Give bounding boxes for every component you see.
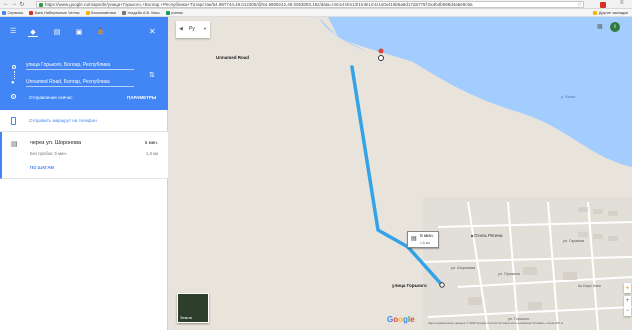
reload-icon[interactable]: ↻ [18, 0, 26, 8]
zoom-control[interactable]: + − [624, 296, 631, 316]
destination-input[interactable]: Unnamed Road, Болгар, Республика [26, 77, 134, 87]
extension-icon[interactable] [600, 1, 606, 8]
avatar[interactable]: t [610, 22, 620, 32]
options-button[interactable]: ПАРАМЕТРЫ [127, 95, 156, 100]
browser-toolbar: ← → ↻ https://www.google.ru/maps/dir/ули… [0, 0, 632, 9]
back-arrow-icon[interactable]: ← [2, 0, 10, 8]
route-time-duration: 5 мин. [420, 234, 434, 239]
bookmark-item[interactable]: Космонавтика [85, 10, 116, 15]
car-mode-icon[interactable]: ▤ [52, 27, 62, 37]
origin-input[interactable]: улица Горького, Болгар, Республика [26, 60, 134, 70]
site-icon [165, 10, 170, 15]
car-icon: ▤ [411, 236, 417, 242]
send-to-phone-row[interactable]: Отправить маршрут на телефон [0, 110, 168, 132]
pegman-icon[interactable]: ● [624, 283, 631, 293]
site-icon [85, 10, 90, 15]
route-via: через ул. Шоронова [30, 140, 82, 146]
bookmark-item[interactable]: Сервисы [2, 10, 24, 15]
route-distance: 1,6 км [145, 151, 158, 156]
forward-arrow-icon[interactable]: → [10, 0, 18, 8]
street-label: ул. Шоронова [451, 266, 476, 270]
best-route-icon[interactable]: ◆ [28, 27, 38, 37]
lock-icon [39, 2, 43, 7]
url-text: https://www.google.ru/maps/dir/улица+Гор… [45, 2, 473, 7]
earth-view-toggle[interactable]: Земля [177, 293, 209, 323]
bookmark-item[interactable]: Банк Набережные Челны [29, 10, 80, 15]
step-by-step-link[interactable]: ПО ШАГАМ [30, 165, 54, 170]
destination-pin [378, 48, 384, 54]
depart-row: + Отправление сейчас ПАРАМЕТРЫ [0, 90, 168, 104]
destination-map-label: Unnamed Road [216, 55, 250, 60]
river-water [328, 17, 632, 167]
collapse-panel-icon[interactable]: ◀ [179, 26, 183, 32]
chevron-down-icon: ▼ [203, 26, 207, 31]
zoom-out-icon[interactable]: − [624, 306, 631, 316]
transit-mode-icon[interactable]: ▣ [74, 27, 84, 37]
address-bar[interactable]: https://www.google.ru/maps/dir/улица+Гор… [36, 1, 584, 8]
car-icon: ▤ [11, 141, 18, 148]
other-bookmarks-label: Другие закладки [598, 11, 628, 15]
map-canvas[interactable]: Unnamed Road улица Горького Отель Регина… [168, 17, 632, 330]
hotel-label: Отель Регина [474, 233, 503, 238]
earth-label: Земля [180, 315, 192, 320]
route-connector [13, 71, 15, 79]
hotel-marker [470, 234, 474, 238]
bookmark-label: Банк Набережные Челны [34, 10, 80, 15]
swap-icon[interactable]: ⇅ [149, 71, 155, 79]
menu-icon[interactable]: ≡ [620, 0, 626, 6]
depart-time-select[interactable]: Отправление сейчас [29, 95, 73, 100]
route-time-box[interactable]: ▤ 5 мин. 1,6 км [407, 231, 439, 248]
bookmark-label: Сервисы [7, 10, 24, 15]
phone-icon [11, 117, 16, 125]
street-label: ул. Пушкина [498, 272, 520, 276]
send-to-phone-link[interactable]: Отправить маршрут на телефон [29, 118, 97, 123]
other-bookmarks[interactable]: Другие закладки [593, 11, 628, 15]
route-time-distance: 1,6 км [420, 241, 430, 245]
origin-dot-icon [12, 65, 16, 69]
destination-pin-icon: ● [11, 80, 15, 86]
origin-marker [439, 282, 445, 288]
bookmark-label: Усадьба А.В. Маш [127, 10, 160, 15]
street-label: ул. Гаражна [563, 239, 585, 243]
directions-panel: ☰ ◆ ▤ ▣ ⛹ ✕ ● улица Горького, Болгар, Ре… [0, 17, 168, 330]
folder-icon [593, 11, 598, 15]
bookmarks-bar: Сервисы Банк Набережные Челны Космонавти… [0, 9, 632, 17]
bookmark-star-icon[interactable]: ☆ [577, 1, 582, 8]
shop-label: Ак Барс банк [578, 284, 601, 288]
town-area [423, 197, 632, 330]
zoom-in-icon[interactable]: + [624, 296, 631, 306]
destination-marker [378, 55, 384, 61]
travel-modes: ◆ ▤ ▣ ⛹ [0, 27, 168, 37]
route-option[interactable]: ▤ через ул. Шоронова Без пробок: 5 мин. … [0, 132, 168, 179]
apps-icon [2, 10, 6, 15]
route-traffic: Без пробок: 5 мин. [30, 151, 68, 156]
bookmark-item[interactable]: ученик [165, 10, 183, 15]
bookmark-label: Космонавтика [91, 10, 116, 15]
walk-mode-icon[interactable]: ⛹ [96, 27, 106, 37]
origin-map-label: улица Горького [392, 283, 427, 288]
directions-header: ☰ ◆ ▤ ▣ ⛹ ✕ ● улица Горького, Болгар, Ре… [0, 17, 168, 110]
site-icon [121, 10, 126, 15]
google-logo: Google [387, 315, 415, 324]
site-icon [29, 10, 34, 15]
language-label: Ру [189, 26, 195, 32]
route-duration: 5 мин. [144, 140, 158, 145]
bookmark-item[interactable]: Усадьба А.В. Маш [121, 10, 160, 15]
add-stop-icon[interactable]: + [11, 94, 16, 99]
apps-grid-icon[interactable]: ▦ [597, 23, 603, 30]
river-label: р. Волга [561, 95, 576, 99]
bookmark-label: ученик [171, 10, 183, 15]
language-select[interactable]: ◀ Ру ▼ [176, 21, 210, 38]
close-icon[interactable]: ✕ [149, 27, 156, 36]
map-footer: Картографические данные © 2016 Google Ро… [428, 321, 563, 325]
